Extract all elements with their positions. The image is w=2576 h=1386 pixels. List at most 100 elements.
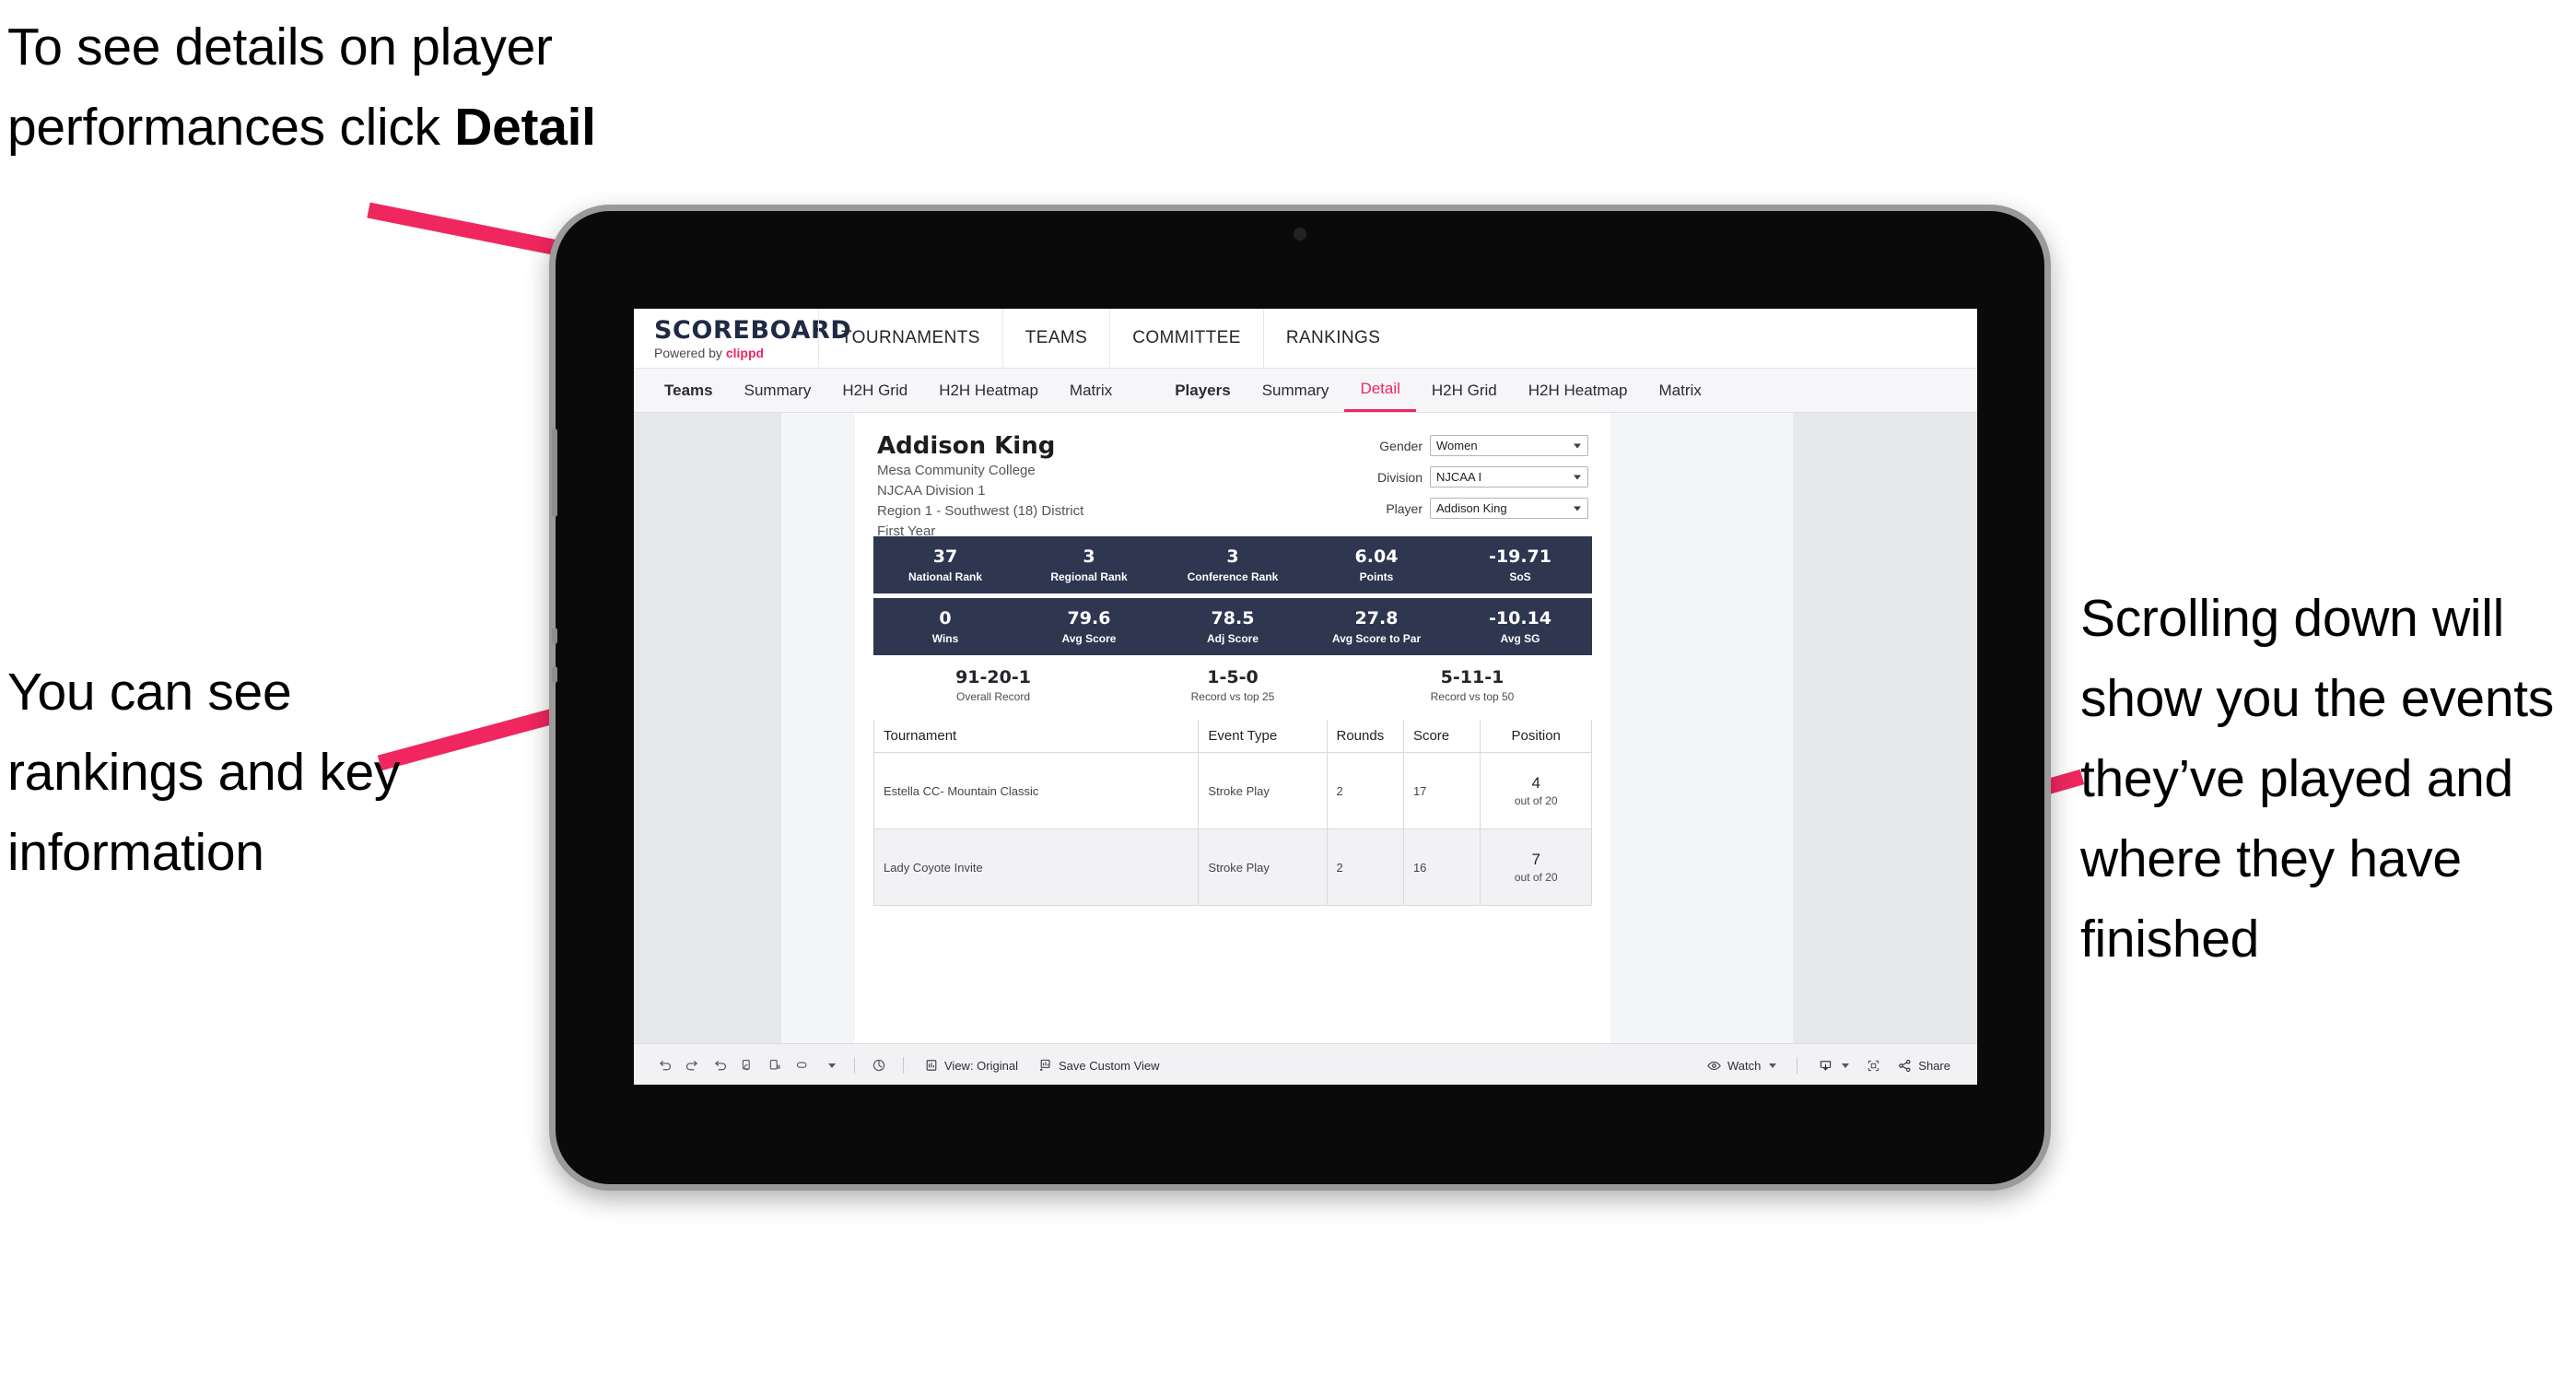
- stat-label: Avg SG: [1500, 631, 1540, 645]
- subnav-item-players[interactable]: Players: [1159, 369, 1247, 412]
- download-button[interactable]: [1808, 1058, 1859, 1074]
- filter-panel: Gender Women Division NJCAA I Player Add…: [1321, 435, 1588, 529]
- column-header-score[interactable]: Score: [1402, 720, 1481, 753]
- redo-icon[interactable]: [678, 1051, 706, 1079]
- save-custom-view-button[interactable]: Save Custom View: [1028, 1058, 1170, 1073]
- watch-button[interactable]: Watch: [1696, 1058, 1786, 1074]
- subnav-item-players-matrix[interactable]: Matrix: [1643, 369, 1716, 412]
- stat-value: 27.8: [1354, 607, 1399, 628]
- chevron-down-icon: [1842, 1063, 1850, 1068]
- filter-row-division: Division NJCAA I: [1321, 466, 1588, 487]
- stat-value: -19.71: [1489, 546, 1551, 567]
- stat-adj-score: 78.5 Adj Score: [1161, 608, 1305, 645]
- stat-label: National Rank: [907, 570, 982, 583]
- records-row: 91-20-1 Overall Record 1-5-0 Record vs t…: [873, 655, 1592, 716]
- pause-refresh-icon[interactable]: [865, 1051, 893, 1079]
- callout-scrolling-instruction: Scrolling down will show you the events …: [2080, 589, 2554, 969]
- stat-points: 6.04 Points: [1305, 546, 1448, 583]
- record-value: 5-11-1: [1440, 667, 1505, 688]
- filter-value-division: NJCAA I: [1436, 470, 1482, 484]
- undo-icon[interactable]: [650, 1051, 678, 1079]
- topnav-item-rankings[interactable]: RANKINGS: [1262, 309, 1402, 368]
- share-button[interactable]: Share: [1887, 1058, 1961, 1074]
- revert-icon[interactable]: [706, 1051, 733, 1079]
- filter-label-player: Player: [1386, 500, 1423, 516]
- table-row[interactable]: Lady Coyote Invite Stroke Play 2 16 7 ou…: [872, 828, 1592, 906]
- subnav-group-players: Players Summary Detail H2H Grid H2H Heat…: [1159, 369, 1717, 412]
- record-vs-top-25: 1-5-0 Record vs top 25: [1113, 667, 1352, 703]
- chevron-down-icon: [1574, 475, 1581, 479]
- highlight-dropdown-icon[interactable]: [816, 1051, 844, 1079]
- subnav-item-teams-summary[interactable]: Summary: [729, 369, 827, 412]
- callout-detail-instruction: To see details on player performances cl…: [7, 7, 615, 168]
- filter-select-division[interactable]: NJCAA I: [1430, 466, 1588, 487]
- topnav-item-tournaments[interactable]: TOURNAMENTS: [818, 309, 1002, 368]
- toolbar-divider: [903, 1057, 904, 1074]
- position-value: 4: [1531, 774, 1540, 792]
- chevron-down-icon: [1574, 506, 1581, 511]
- stat-label: SoS: [1509, 570, 1531, 583]
- record-value: 91-20-1: [955, 667, 1031, 688]
- watch-label: Watch: [1727, 1058, 1762, 1073]
- subnav-item-players-detail[interactable]: Detail: [1344, 369, 1416, 412]
- subnav-item-players-summary[interactable]: Summary: [1247, 369, 1345, 412]
- sub-navigation-bar: Teams Summary H2H Grid H2H Heatmap Matri…: [634, 369, 1977, 413]
- chevron-down-icon: [1574, 443, 1581, 448]
- filter-value-player: Addison King: [1436, 501, 1507, 515]
- filter-select-gender[interactable]: Women: [1430, 435, 1588, 456]
- position-value: 7: [1531, 851, 1540, 868]
- highlight-icon[interactable]: [789, 1051, 816, 1079]
- app-viewport: SCOREBOARD Powered by clippd TOURNAMENTS…: [634, 309, 1977, 1085]
- subnav-item-teams-h2h-grid[interactable]: H2H Grid: [826, 369, 923, 412]
- toolbar-divider: [854, 1057, 855, 1074]
- column-header-tournament[interactable]: Tournament: [872, 720, 1200, 753]
- share-label: Share: [1918, 1058, 1950, 1073]
- save-custom-view-label: Save Custom View: [1058, 1058, 1160, 1073]
- view-original-label: View: Original: [944, 1058, 1018, 1073]
- view-original-button[interactable]: View: Original: [914, 1058, 1028, 1073]
- stat-value: 79.6: [1067, 607, 1111, 628]
- callout-rankings-instruction: You can see rankings and key information: [7, 663, 401, 882]
- tablet-volume-up-button[interactable]: [552, 628, 557, 644]
- tablet-volume-down-button[interactable]: [552, 666, 557, 683]
- filter-label-division: Division: [1376, 469, 1423, 485]
- filter-select-player[interactable]: Addison King: [1430, 498, 1588, 519]
- tablet-power-button[interactable]: [552, 429, 557, 517]
- subnav-item-teams[interactable]: Teams: [649, 369, 729, 412]
- cell-rounds: 2: [1326, 752, 1404, 829]
- record-label: Record vs top 25: [1190, 690, 1275, 704]
- record-label: Overall Record: [955, 690, 1031, 704]
- subnav-item-players-h2h-grid[interactable]: H2H Grid: [1416, 369, 1513, 412]
- stat-label: Regional Rank: [1050, 570, 1128, 583]
- topnav-item-committee[interactable]: COMMITTEE: [1109, 309, 1263, 368]
- player-header: Addison King Mesa Community College NJCA…: [855, 432, 1610, 539]
- record-vs-top-50: 5-11-1 Record vs top 50: [1352, 667, 1592, 703]
- player-detail-card: Addison King Mesa Community College NJCA…: [855, 413, 1610, 1043]
- subnav-item-teams-matrix[interactable]: Matrix: [1054, 369, 1128, 412]
- brand-subtitle: Powered by clippd: [654, 346, 818, 359]
- table-row[interactable]: Estella CC- Mountain Classic Stroke Play…: [872, 752, 1592, 829]
- fullscreen-icon[interactable]: [1859, 1051, 1887, 1079]
- table-header-row: Tournament Event Type Rounds Score Posit…: [872, 720, 1592, 753]
- refresh-data-icon[interactable]: [733, 1051, 761, 1079]
- dashboard-canvas: Addison King Mesa Community College NJCA…: [634, 413, 1977, 1085]
- brand-logo[interactable]: SCOREBOARD Powered by clippd: [634, 309, 852, 368]
- dashboard-sheet: Addison King Mesa Community College NJCA…: [781, 413, 1793, 1043]
- subnav-item-teams-h2h-heatmap[interactable]: H2H Heatmap: [923, 369, 1054, 412]
- events-table: Tournament Event Type Rounds Score Posit…: [872, 720, 1592, 906]
- clippd-name: clippd: [725, 345, 765, 360]
- stat-wins: 0 Wins: [873, 608, 1017, 645]
- column-header-event-type[interactable]: Event Type: [1198, 720, 1328, 753]
- column-header-position[interactable]: Position: [1480, 720, 1592, 753]
- brand-title: SCOREBOARD: [654, 315, 852, 345]
- canvas-scrollbar[interactable]: [1968, 413, 1977, 1043]
- column-header-rounds[interactable]: Rounds: [1326, 720, 1404, 753]
- stats-bar-scoring: 0 Wins 79.6 Avg Score 78.5 Adj Score 27.…: [873, 598, 1592, 655]
- stat-value: 0: [939, 607, 952, 628]
- filter-row-gender: Gender Women: [1321, 435, 1588, 456]
- stat-label: Adj Score: [1206, 631, 1259, 645]
- subnav-item-players-h2h-heatmap[interactable]: H2H Heatmap: [1513, 369, 1644, 412]
- pause-data-icon[interactable]: [761, 1051, 789, 1079]
- topnav-item-teams[interactable]: TEAMS: [1001, 309, 1109, 368]
- subnav-group-teams: Teams Summary H2H Grid H2H Heatmap Matri…: [649, 369, 1128, 412]
